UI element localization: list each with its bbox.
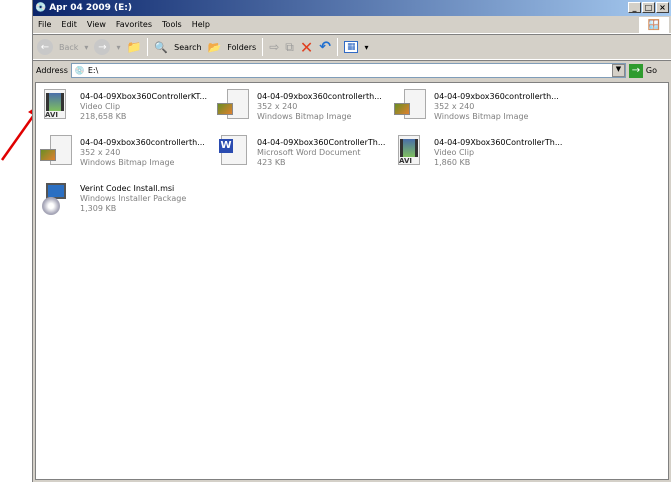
file-detail: Video Clip xyxy=(434,148,475,157)
film-strip xyxy=(400,139,418,157)
file-detail: Windows Bitmap Image xyxy=(434,112,529,121)
file-item[interactable]: AVI 04-04-09Xbox360ControllerKT... Video C… xyxy=(36,87,212,131)
views-icon[interactable]: ▦ xyxy=(343,41,359,53)
folders-icon[interactable]: 📂 xyxy=(208,41,222,54)
file-detail: 1,309 KB xyxy=(80,204,117,213)
file-detail: 218,658 KB xyxy=(80,112,127,121)
film-strip xyxy=(46,93,64,111)
picture-thumb xyxy=(394,103,410,115)
file-detail: Video Clip xyxy=(80,102,121,111)
separator xyxy=(147,38,149,56)
file-item[interactable]: W 04-04-09Xbox360ControllerTh... Microsoft… xyxy=(213,133,389,177)
views-dropdown-icon[interactable]: ▾ xyxy=(364,43,368,52)
menu-file[interactable]: File xyxy=(33,20,56,29)
file-name: 04-04-09Xbox360ControllerTh... xyxy=(257,138,386,147)
move-to-icon[interactable]: ⇨ xyxy=(269,40,279,54)
title-bar[interactable]: 💿 Apr 04 2009 (E:) _ □ × xyxy=(33,0,671,16)
go-button[interactable]: → Go xyxy=(628,63,671,78)
menu-tools[interactable]: Tools xyxy=(157,20,187,29)
back-dropdown-icon[interactable]: ▾ xyxy=(84,43,88,52)
word-logo: W xyxy=(219,139,233,153)
separator xyxy=(336,38,338,56)
file-detail: Windows Bitmap Image xyxy=(80,158,175,167)
address-input[interactable]: 💿 E:\ ▼ xyxy=(70,63,626,78)
file-item[interactable]: 04-04-09xbox360controllerth... 352 x 240 W… xyxy=(36,133,212,177)
file-item[interactable]: Verint Codec Install.msi Windows Installe… xyxy=(36,179,212,223)
installer-package-icon xyxy=(36,179,76,219)
menu-bar: File Edit View Favorites Tools Help 🪟 xyxy=(33,16,671,34)
forward-dropdown-icon[interactable]: ▾ xyxy=(116,43,120,52)
bitmap-image-icon xyxy=(36,133,76,173)
address-dropdown-icon[interactable]: ▼ xyxy=(611,64,625,77)
file-list: AVI 04-04-09Xbox360ControllerKT... Video C… xyxy=(35,82,669,480)
file-item[interactable]: AVI 04-04-09Xbox360ControllerTh... Video C… xyxy=(390,133,566,177)
picture-thumb xyxy=(217,103,233,115)
file-name: 04-04-09xbox360controllerth... xyxy=(434,92,559,101)
avi-label: AVI xyxy=(399,157,412,165)
file-name: Verint Codec Install.msi xyxy=(80,184,175,193)
go-arrow-icon: → xyxy=(628,63,643,78)
file-detail: 1,860 KB xyxy=(434,158,471,167)
video-clip-icon: AVI xyxy=(390,133,430,173)
file-detail: 352 x 240 xyxy=(257,102,298,111)
back-arrow-icon[interactable]: ← xyxy=(37,39,53,55)
up-folder-icon[interactable]: 📁 xyxy=(126,40,141,54)
bitmap-image-icon xyxy=(213,87,253,127)
menu-help[interactable]: Help xyxy=(187,20,215,29)
file-name: 04-04-09xbox360controllerth... xyxy=(80,138,205,147)
word-document-icon: W xyxy=(213,133,253,173)
address-value: E:\ xyxy=(87,66,99,75)
minimize-button[interactable]: _ xyxy=(628,2,641,13)
address-label: Address xyxy=(36,66,68,75)
search-icon[interactable]: 🔍 xyxy=(154,41,168,54)
file-detail: 423 KB xyxy=(257,158,286,167)
drive-icon: 💿 xyxy=(74,66,85,75)
file-detail: 352 x 240 xyxy=(80,148,121,157)
search-button[interactable]: Search xyxy=(174,43,201,52)
folders-button[interactable]: Folders xyxy=(227,43,256,52)
file-item[interactable]: 04-04-09xbox360controllerth... 352 x 240 W… xyxy=(213,87,389,131)
forward-button[interactable]: → xyxy=(94,39,111,55)
file-detail: Windows Bitmap Image xyxy=(257,112,352,121)
separator xyxy=(262,38,264,56)
file-name: 04-04-09Xbox360ControllerTh... xyxy=(434,138,563,147)
close-button[interactable]: × xyxy=(656,2,669,13)
copy-to-icon[interactable]: ⧉ xyxy=(285,40,294,55)
video-clip-icon: AVI xyxy=(36,87,76,127)
explorer-window: 💿 Apr 04 2009 (E:) _ □ × File Edit View … xyxy=(32,0,671,482)
file-detail: 352 x 240 xyxy=(434,102,475,111)
file-detail: Microsoft Word Document xyxy=(257,148,361,157)
avi-label: AVI xyxy=(45,111,58,119)
window-title: Apr 04 2009 (E:) xyxy=(49,3,133,13)
address-bar: Address 💿 E:\ ▼ → Go xyxy=(33,60,671,80)
bitmap-image-icon xyxy=(390,87,430,127)
file-item[interactable]: 04-04-09xbox360controllerth... 352 x 240 W… xyxy=(390,87,566,131)
windows-logo-icon: 🪟 xyxy=(639,17,669,33)
drive-icon: 💿 xyxy=(35,3,47,13)
cd-shape xyxy=(42,197,60,215)
menu-edit[interactable]: Edit xyxy=(56,20,82,29)
toolbar: ← Back ▾ → ▾ 📁 🔍 Search 📂 Folders ⇨ ⧉ ✕ … xyxy=(33,34,671,60)
go-label: Go xyxy=(645,66,657,75)
back-button[interactable]: Back xyxy=(59,43,78,52)
undo-icon[interactable]: ↶ xyxy=(319,39,331,55)
file-name: 04-04-09xbox360controllerth... xyxy=(257,92,382,101)
menu-favorites[interactable]: Favorites xyxy=(111,20,157,29)
menu-view[interactable]: View xyxy=(82,20,111,29)
maximize-button[interactable]: □ xyxy=(642,2,655,13)
picture-thumb xyxy=(40,149,56,161)
delete-icon[interactable]: ✕ xyxy=(300,38,313,57)
file-name: 04-04-09Xbox360ControllerKT... xyxy=(80,92,208,101)
file-detail: Windows Installer Package xyxy=(80,194,187,203)
